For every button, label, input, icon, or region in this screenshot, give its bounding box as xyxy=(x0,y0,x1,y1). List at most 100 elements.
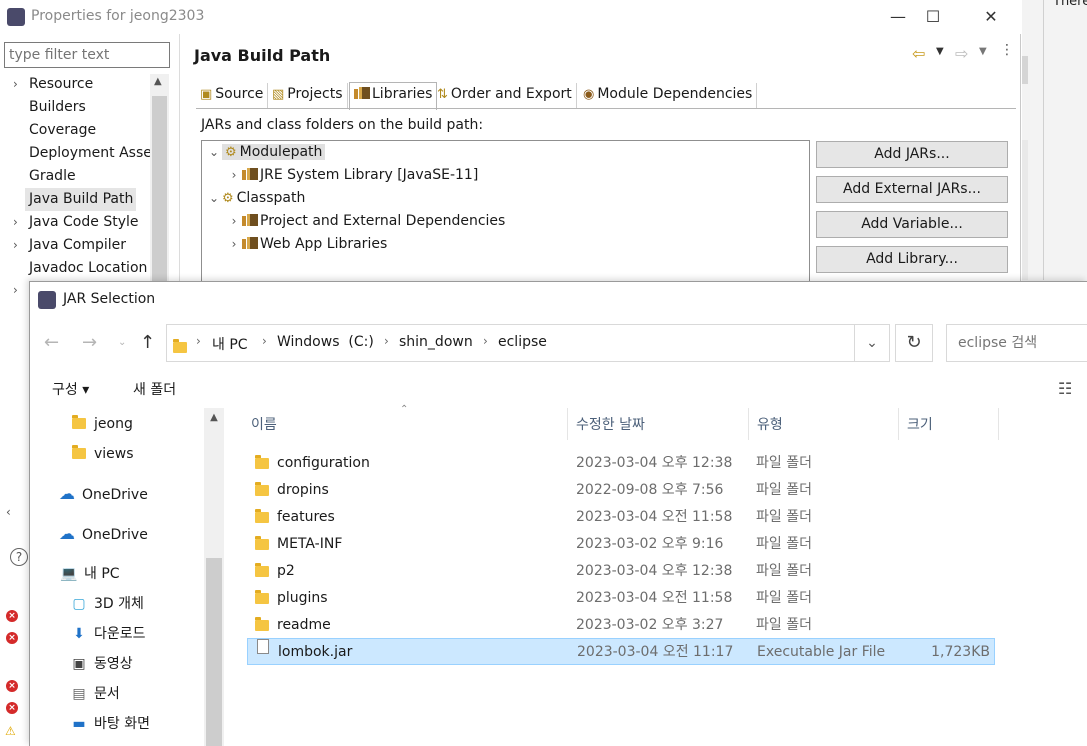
tab-projects[interactable]: ▧ Projects xyxy=(268,83,348,109)
sort-indicator-icon: ⌃ xyxy=(400,404,409,415)
tab-module-dependencies[interactable]: ◉ Module Dependencies xyxy=(579,83,758,109)
file-row[interactable]: features 2023-03-04 오전 11:58 파일 폴더 xyxy=(247,504,995,531)
nav-item-videos[interactable]: ▣ 동영상 xyxy=(70,652,133,676)
column-divider[interactable] xyxy=(898,408,899,440)
chevron-right-icon[interactable]: › xyxy=(226,210,242,233)
forward-arrow-icon[interactable]: ⇨ xyxy=(955,44,968,63)
filter-input[interactable] xyxy=(4,42,170,68)
nav-item-onedrive[interactable]: ☁ OneDrive xyxy=(58,482,148,506)
nav-item-builders[interactable]: Builders xyxy=(29,96,86,119)
file-date: 2023-03-04 오후 12:38 xyxy=(576,563,733,579)
back-arrow-icon[interactable]: ← xyxy=(44,332,59,353)
properties-titlebar: Properties for jeong2303 — ☐ ✕ xyxy=(0,0,1021,34)
recent-locations-icon[interactable]: ⌄ xyxy=(118,337,126,348)
chevron-down-icon[interactable]: ⌄ xyxy=(206,187,222,210)
tab-libraries[interactable]: Libraries xyxy=(349,82,438,110)
chevron-right-icon[interactable]: › xyxy=(226,233,242,256)
nav-item-jeong[interactable]: jeong xyxy=(70,412,133,436)
breadcrumb-separator-icon[interactable]: › xyxy=(196,334,201,348)
tree-row-project-deps[interactable]: › Project and External Dependencies xyxy=(202,210,809,233)
nav-item-3d-objects[interactable]: ▢ 3D 개체 xyxy=(70,592,144,616)
breadcrumb-eclipse[interactable]: eclipse xyxy=(498,334,547,350)
nav-label: 동영상 xyxy=(94,656,133,672)
nav-item-downloads[interactable]: ⬇ 다운로드 xyxy=(70,622,145,646)
tree-row-jre[interactable]: › JRE System Library [JavaSE-11] xyxy=(202,164,809,187)
column-divider[interactable] xyxy=(748,408,749,440)
file-row[interactable]: p2 2023-03-04 오후 12:38 파일 폴더 xyxy=(247,558,995,585)
add-external-jars-button[interactable]: Add External JARs... xyxy=(816,176,1008,203)
file-row[interactable]: configuration 2023-03-04 오후 12:38 파일 폴더 xyxy=(247,450,995,477)
breadcrumb-separator-icon[interactable]: › xyxy=(262,334,267,348)
file-row[interactable]: dropins 2022-09-08 오후 7:56 파일 폴더 xyxy=(247,477,995,504)
search-input[interactable] xyxy=(946,324,1087,362)
scroll-up-icon[interactable]: ▲ xyxy=(154,76,162,87)
nav-item-onedrive-2[interactable]: ☁ OneDrive xyxy=(58,522,148,546)
file-type: 파일 폴더 xyxy=(756,482,812,498)
breadcrumb-separator-icon[interactable]: › xyxy=(483,334,488,348)
help-icon[interactable]: ? xyxy=(10,548,28,566)
add-jars-button[interactable]: Add JARs... xyxy=(816,141,1008,168)
build-path-tree[interactable]: ⌄ ⚙ Modulepath › JRE System Library [JavaSE… xyxy=(201,140,810,290)
nav-item-java-code-style[interactable]: › Java Code Style xyxy=(13,211,138,234)
back-arrow-icon[interactable]: ⇦ xyxy=(912,44,925,63)
nav-item-java-build-path[interactable]: Java Build Path xyxy=(29,188,133,211)
refresh-icon[interactable]: ↻ xyxy=(895,324,933,362)
file-row[interactable]: META-INF 2023-03-02 오후 9:16 파일 폴더 xyxy=(247,531,995,558)
nav-item-resource[interactable]: › Resource xyxy=(13,73,93,96)
nav-item-views[interactable]: views xyxy=(70,442,134,466)
file-type: 파일 폴더 xyxy=(756,509,812,525)
tab-source[interactable]: ▣ Source xyxy=(196,83,269,109)
chevron-down-icon[interactable]: ▼ xyxy=(979,46,987,57)
breadcrumb-windows-c[interactable]: Windows (C:) xyxy=(277,334,374,350)
tab-label: Source xyxy=(215,86,264,102)
nav-scrollbar-thumb[interactable] xyxy=(152,96,167,284)
breadcrumb-separator-icon[interactable]: › xyxy=(384,334,389,348)
nav-item-desktop[interactable]: ▬ 바탕 화면 xyxy=(70,712,150,736)
chevron-down-icon[interactable]: ⌄ xyxy=(206,141,222,164)
new-folder-button[interactable]: 새 폴더 xyxy=(133,379,176,399)
column-header-size[interactable]: 크기 xyxy=(907,414,933,434)
add-library-button[interactable]: Add Library... xyxy=(816,246,1008,273)
tree-row-modulepath[interactable]: ⌄ ⚙ Modulepath xyxy=(202,141,809,164)
nav-item-gradle[interactable]: Gradle xyxy=(29,165,76,188)
column-divider[interactable] xyxy=(567,408,568,440)
address-dropdown-icon[interactable]: ⌄ xyxy=(854,324,890,362)
nav-item-documents[interactable]: ▤ 문서 xyxy=(70,682,119,706)
close-button[interactable]: ✕ xyxy=(968,0,1014,34)
tree-row-classpath[interactable]: ⌄ ⚙ Classpath xyxy=(202,187,809,210)
tree-row-web-app-libs[interactable]: › Web App Libraries xyxy=(202,233,809,256)
nav-item-deployment[interactable]: Deployment Asse xyxy=(29,142,151,165)
nav-item-my-pc[interactable]: 💻 내 PC xyxy=(60,562,119,586)
view-options-icon[interactable]: ☷ xyxy=(1058,379,1072,398)
up-arrow-icon[interactable]: ↑ xyxy=(140,332,155,353)
chevron-right-icon[interactable]: › xyxy=(226,164,242,187)
navigation-scrollbar-thumb[interactable] xyxy=(206,558,222,746)
view-menu-icon[interactable]: ⋮ xyxy=(1000,42,1014,58)
file-date: 2023-03-04 오전 11:58 xyxy=(576,590,733,606)
column-header-name[interactable]: 이름 xyxy=(251,414,277,434)
file-row[interactable]: readme 2023-03-02 오후 3:27 파일 폴더 xyxy=(247,612,995,639)
nav-label: 3D 개체 xyxy=(94,596,144,612)
breadcrumb-my-pc[interactable]: 내 PC xyxy=(212,334,248,354)
tab-order-and-export[interactable]: ⇅ Order and Export xyxy=(433,83,577,109)
chevron-down-icon[interactable]: ▼ xyxy=(936,46,944,57)
file-row-selected[interactable]: lombok.jar 2023-03-04 오전 11:17 Executabl… xyxy=(247,638,995,665)
column-divider[interactable] xyxy=(998,408,999,440)
nav-item-coverage[interactable]: Coverage xyxy=(29,119,96,142)
breadcrumb-shin-down[interactable]: shin_down xyxy=(399,334,473,350)
file-icon xyxy=(257,639,269,654)
forward-arrow-icon[interactable]: → xyxy=(82,332,97,353)
tab-label: Order and Export xyxy=(450,86,572,102)
column-header-date[interactable]: 수정한 날짜 xyxy=(576,414,645,434)
build-path-description: JARs and class folders on the build path… xyxy=(201,117,484,133)
file-row[interactable]: plugins 2023-03-04 오전 11:58 파일 폴더 xyxy=(247,585,995,612)
add-variable-button[interactable]: Add Variable... xyxy=(816,211,1008,238)
nav-item-javadoc-location[interactable]: Javadoc Location xyxy=(29,257,147,280)
chevron-right-icon[interactable]: › xyxy=(13,283,18,297)
maximize-button[interactable]: ☐ xyxy=(910,0,956,34)
nav-item-java-compiler[interactable]: › Java Compiler xyxy=(13,234,126,257)
organize-menu-button[interactable]: 구성 ▾ xyxy=(52,379,89,399)
column-header-type[interactable]: 유형 xyxy=(757,414,783,434)
scroll-left-icon[interactable]: ‹ xyxy=(6,505,11,519)
scroll-up-icon[interactable]: ▲ xyxy=(204,408,224,428)
